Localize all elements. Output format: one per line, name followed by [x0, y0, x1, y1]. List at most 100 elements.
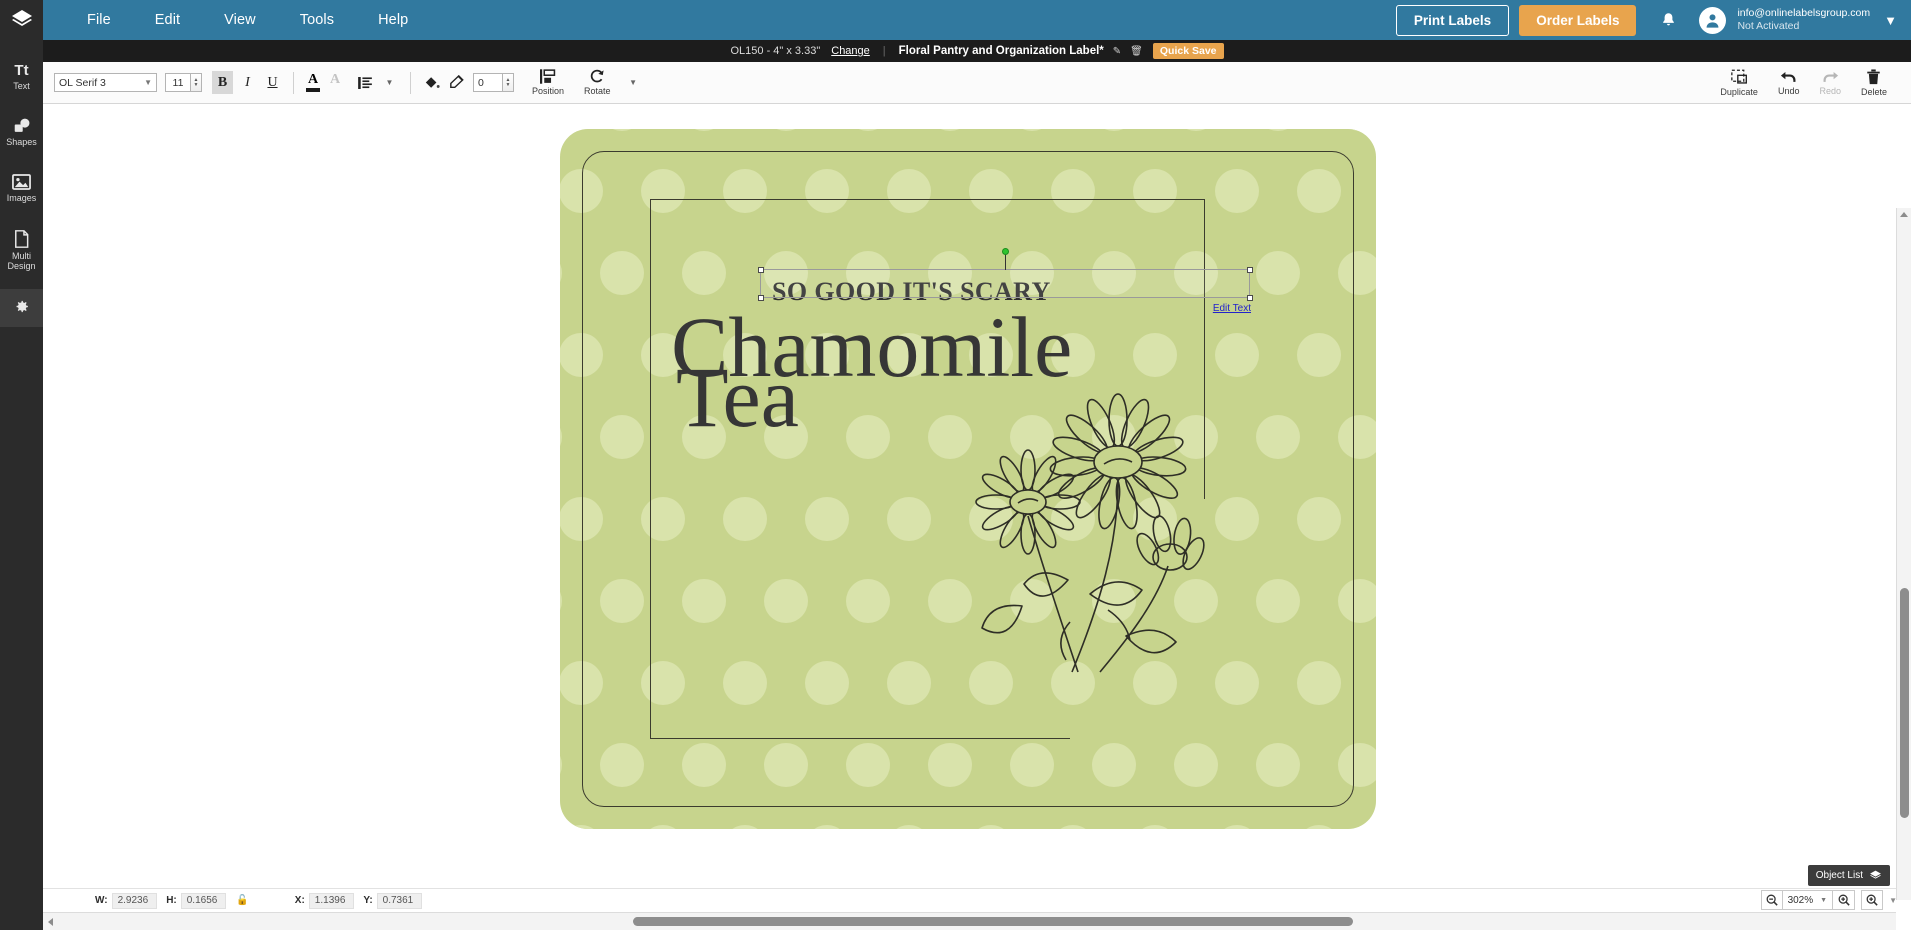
- font-size-stepper[interactable]: ▲ ▼: [191, 73, 202, 92]
- zoom-fit-button[interactable]: [1861, 890, 1884, 910]
- sidebar-item-label-images: Images: [6, 193, 37, 204]
- zoom-dropdown-chevron-down-icon[interactable]: ▼: [1889, 896, 1897, 905]
- x-input[interactable]: 1.1396: [308, 892, 355, 909]
- outline-width-stepper[interactable]: ▲ ▼: [503, 73, 514, 92]
- resize-handle-bottom-right[interactable]: [1246, 294, 1253, 301]
- change-template-link[interactable]: Change: [831, 45, 870, 57]
- frame-line-bottom: [650, 738, 1070, 740]
- canvas-horizontal-scrollbar[interactable]: [43, 912, 1896, 930]
- header-actions: Print Labels Order Labels info@onlinelab…: [1395, 0, 1911, 40]
- outline-width-input[interactable]: 0: [473, 73, 503, 92]
- sidebar-item-label-shapes: Shapes: [6, 137, 37, 148]
- label-title-line-2[interactable]: Tea: [676, 354, 799, 440]
- font-family-select[interactable]: OL Serif 3 ▼: [54, 73, 157, 92]
- scroll-left-arrow-icon[interactable]: [48, 917, 53, 926]
- quick-save-button[interactable]: Quick Save: [1152, 43, 1224, 59]
- italic-button[interactable]: I: [237, 71, 258, 94]
- outline-color-button[interactable]: [446, 71, 467, 94]
- menu-item-tools[interactable]: Tools: [278, 0, 356, 40]
- chevron-down-icon: ▼: [144, 78, 152, 87]
- chamomile-flower-illustration[interactable]: [950, 384, 1220, 674]
- top-header-bar: File Edit View Tools Help Print Labels O…: [0, 0, 1911, 40]
- order-labels-button[interactable]: Order Labels: [1519, 4, 1637, 36]
- frame-line-left: [650, 199, 652, 739]
- zoom-in-icon: [1838, 894, 1850, 906]
- shapes-tool-icon: [14, 118, 29, 132]
- account-menu-chevron-down-icon[interactable]: ▼: [1884, 13, 1897, 28]
- y-input[interactable]: 0.7361: [376, 892, 423, 909]
- edit-text-link[interactable]: Edit Text: [1213, 303, 1251, 314]
- x-label: X:: [294, 895, 305, 906]
- sidebar-item-shapes[interactable]: Shapes: [0, 109, 43, 156]
- undo-button[interactable]: Undo: [1778, 69, 1799, 96]
- menu-item-file[interactable]: File: [65, 0, 133, 40]
- aspect-lock-icon[interactable]: 🔓: [236, 895, 248, 906]
- sidebar-item-label-multi-design: Multi Design: [7, 251, 36, 272]
- fill-color-button[interactable]: [421, 71, 442, 94]
- design-canvas[interactable]: SO GOOD IT'S SCARY Chamomile Tea Edit Te…: [43, 104, 1911, 900]
- user-avatar[interactable]: [1699, 6, 1727, 34]
- sidebar-item-label-text: Text: [13, 81, 30, 91]
- label-artboard[interactable]: SO GOOD IT'S SCARY Chamomile Tea Edit Te…: [560, 129, 1376, 829]
- position-label: Position: [532, 86, 565, 96]
- width-label: W:: [95, 895, 108, 906]
- text-color-icon: A: [307, 72, 319, 88]
- horizontal-scroll-thumb[interactable]: [633, 917, 1353, 926]
- print-labels-button[interactable]: Print Labels: [1395, 4, 1510, 36]
- rotate-icon: [591, 69, 604, 83]
- menu-item-edit[interactable]: Edit: [133, 0, 202, 40]
- height-input[interactable]: 0.1656: [180, 892, 227, 909]
- zoom-in-button[interactable]: [1833, 890, 1856, 910]
- italic-icon: I: [245, 74, 250, 90]
- sidebar-item-multi-design[interactable]: Multi Design: [0, 221, 43, 280]
- account-status: Not Activated: [1737, 20, 1800, 32]
- resize-handle-top-left[interactable]: [757, 266, 764, 273]
- document-name: Floral Pantry and Organization Label*: [898, 45, 1104, 57]
- sidebar-item-settings[interactable]: [0, 289, 43, 328]
- scroll-up-arrow-icon[interactable]: [1900, 212, 1908, 217]
- font-size-input[interactable]: 11: [165, 73, 191, 92]
- account-info[interactable]: info@onlinelabelsgroup.com Not Activated: [1737, 7, 1870, 33]
- text-color-button[interactable]: A: [306, 73, 320, 92]
- canvas-vertical-scrollbar[interactable]: [1896, 208, 1911, 900]
- document-title-bar: OL150 - 4" x 3.33" Change | Floral Pantr…: [43, 40, 1911, 62]
- sidebar-item-text[interactable]: Tt Text: [0, 54, 43, 100]
- rename-pencil-icon[interactable]: ✎: [1113, 46, 1121, 57]
- delete-button[interactable]: Delete: [1860, 68, 1887, 97]
- menu-item-view[interactable]: View: [202, 0, 278, 40]
- align-button[interactable]: [354, 71, 375, 94]
- notifications-button[interactable]: [1660, 11, 1677, 29]
- toolbar-divider: [293, 71, 294, 94]
- resize-handle-top-right[interactable]: [1246, 266, 1253, 273]
- highlight-color-swatch: [328, 88, 342, 92]
- delete-label: Delete: [1860, 86, 1887, 97]
- text-selection-box[interactable]: Edit Text: [757, 248, 1253, 314]
- duplicate-icon: [1730, 69, 1747, 84]
- zoom-level-select[interactable]: 302% ▼: [1782, 890, 1834, 910]
- rotate-button[interactable]: Rotate: [584, 69, 611, 96]
- position-button[interactable]: Position: [532, 69, 564, 96]
- zoom-out-icon: [1766, 894, 1778, 906]
- resize-handle-bottom-left[interactable]: [757, 294, 764, 301]
- user-avatar-icon: [1707, 13, 1719, 28]
- text-color-swatch: [306, 88, 320, 92]
- app-logo[interactable]: [0, 0, 43, 40]
- zoom-level-value: 302%: [1787, 894, 1814, 906]
- underline-button[interactable]: U: [262, 71, 283, 94]
- delete-trash-icon[interactable]: 🗑: [1130, 46, 1143, 57]
- notification-bell-icon: [1663, 13, 1675, 26]
- menu-item-help[interactable]: Help: [356, 0, 430, 40]
- vertical-scroll-thumb[interactable]: [1900, 588, 1909, 818]
- object-list-button[interactable]: Object List: [1807, 865, 1890, 886]
- zoom-out-button[interactable]: [1760, 890, 1783, 910]
- duplicate-button[interactable]: Duplicate: [1720, 69, 1758, 97]
- text-highlight-button[interactable]: A: [328, 73, 342, 92]
- rotation-handle-icon[interactable]: [1001, 248, 1009, 255]
- align-dropdown-button[interactable]: ▼: [379, 71, 400, 94]
- format-toolbar: OL Serif 3 ▼ 11 ▲ ▼ B I U A A ▼ 0 ▲ ▼ Po…: [43, 62, 1911, 104]
- width-input[interactable]: 2.9236: [111, 892, 158, 909]
- bold-button[interactable]: B: [212, 71, 233, 94]
- outline-pen-icon: [449, 75, 464, 89]
- more-options-button[interactable]: ▼: [623, 71, 644, 94]
- sidebar-item-images[interactable]: Images: [0, 165, 43, 212]
